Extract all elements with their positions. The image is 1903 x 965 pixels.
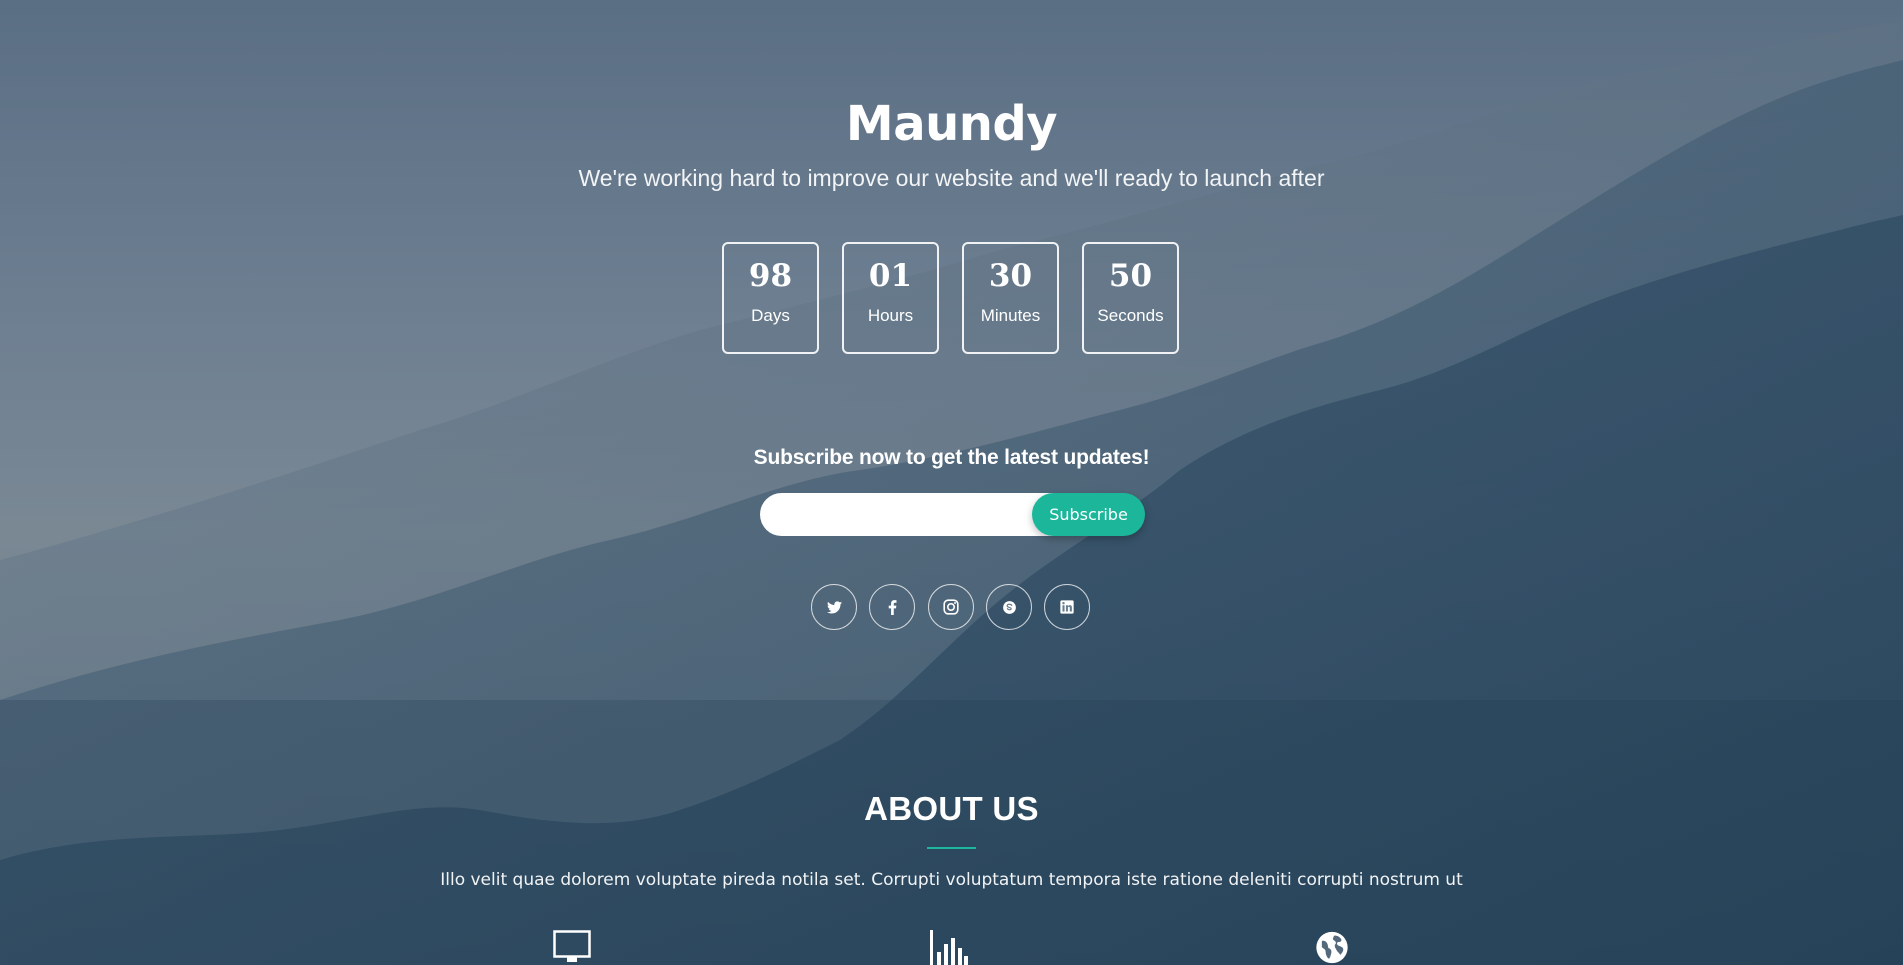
- social-links: [811, 584, 1093, 632]
- countdown-label: Seconds: [1097, 306, 1164, 325]
- countdown-value: 01: [868, 258, 913, 294]
- countdown-days: 98 Days: [722, 242, 819, 354]
- countdown-value: 98: [748, 258, 793, 294]
- countdown-label: Minutes: [980, 306, 1041, 325]
- email-input[interactable]: [760, 493, 1070, 536]
- countdown-minutes: 30 Minutes: [962, 242, 1059, 354]
- tagline: We're working hard to improve our websit…: [578, 165, 1325, 191]
- bar-chart-icon: [930, 930, 968, 965]
- coming-soon-page: Maundy We're working hard to improve our…: [0, 0, 1903, 965]
- monitor-icon: [553, 930, 591, 962]
- twitter-icon: [826, 600, 842, 613]
- globe-icon: [1316, 931, 1348, 964]
- twitter-link[interactable]: [811, 584, 857, 630]
- countdown-timer: 98 Days 01 Hours 30 Minutes 50 Seconds: [722, 242, 1182, 356]
- brand-title: Maundy: [845, 96, 1058, 152]
- instagram-icon: [943, 599, 959, 615]
- linkedin-link[interactable]: [1044, 584, 1090, 630]
- instagram-link[interactable]: [928, 584, 974, 630]
- subscribe-button[interactable]: Subscribe: [1032, 493, 1145, 536]
- countdown-value: 50: [1108, 258, 1153, 294]
- about-text: Illo velit quae dolorem voluptate pireda…: [440, 870, 1463, 890]
- countdown-label: Hours: [867, 306, 914, 325]
- countdown-seconds: 50 Seconds: [1082, 242, 1179, 354]
- skype-icon: [1002, 600, 1016, 614]
- subscribe-heading: Subscribe now to get the latest updates!: [753, 446, 1150, 469]
- countdown-label: Days: [751, 306, 790, 325]
- facebook-link[interactable]: [869, 584, 915, 630]
- facebook-icon: [888, 599, 896, 615]
- countdown-hours: 01 Hours: [842, 242, 939, 354]
- skype-link[interactable]: [986, 584, 1032, 630]
- about-heading: ABOUT US: [864, 790, 1039, 827]
- subscribe-form: Subscribe: [760, 493, 1145, 536]
- about-divider: [927, 847, 976, 849]
- countdown-value: 30: [988, 258, 1033, 294]
- linkedin-icon: [1060, 600, 1074, 614]
